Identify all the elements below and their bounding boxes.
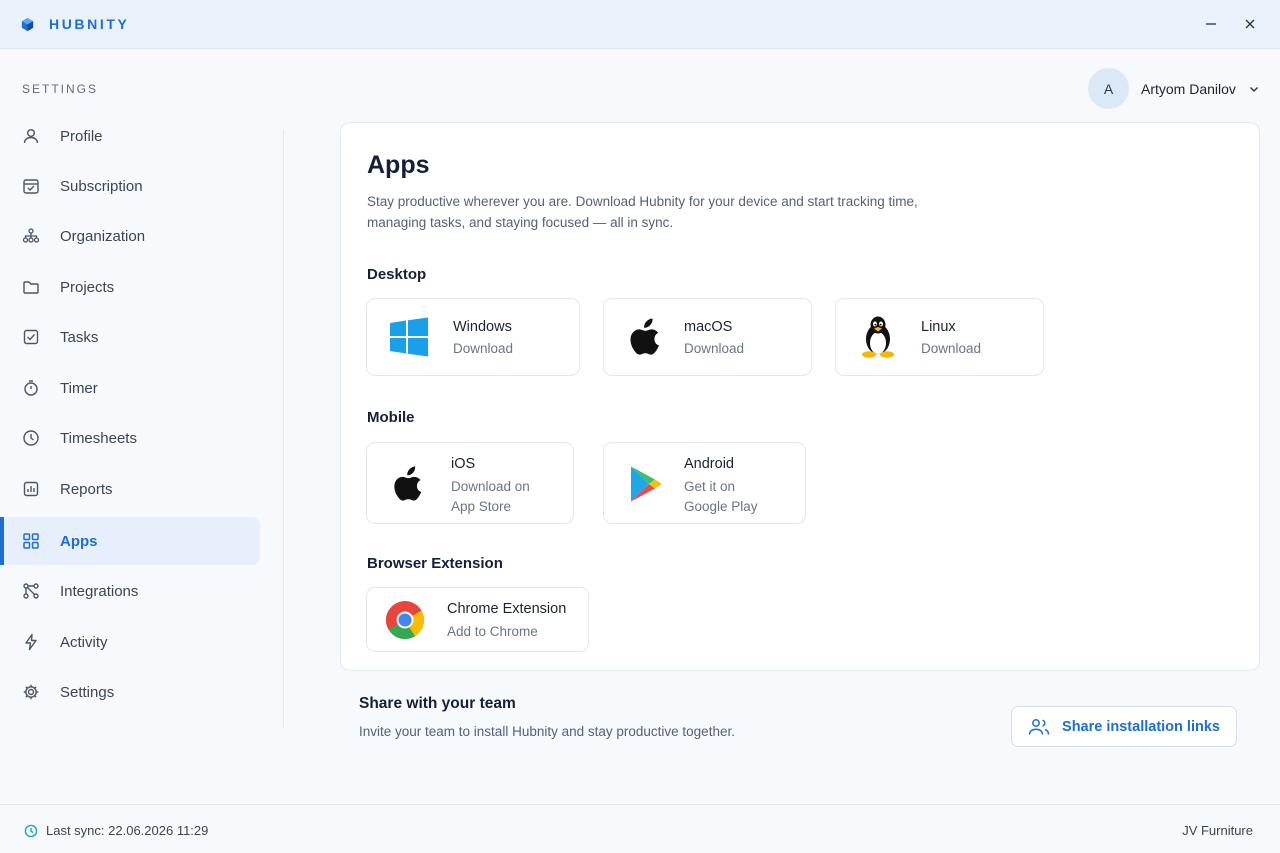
linux-tux-icon [856, 315, 900, 359]
org-chart-icon [21, 226, 41, 246]
section-label-desktop: Desktop [367, 266, 427, 283]
organization-name: JV Furniture [1182, 823, 1253, 838]
minimize-button[interactable] [1196, 10, 1226, 38]
sidebar-item-label: Reports [60, 480, 113, 498]
section-label-browser: Browser Extension [367, 555, 503, 572]
app-tile-macos[interactable]: macOS Download [603, 298, 812, 376]
folder-icon [21, 277, 41, 297]
user-icon [21, 126, 41, 146]
hubnity-logo-icon [21, 17, 34, 31]
footer: Last sync: 22.06.2026 11:29 JV Furniture [0, 804, 1280, 853]
app-name: Chrome Extension [447, 601, 567, 617]
sidebar-item-projects[interactable]: Projects [0, 263, 260, 311]
app-action-line1: Download on [451, 479, 530, 494]
app-action-line2: Google Play [684, 499, 758, 514]
app-action: Add to Chrome [447, 624, 538, 639]
calendar-check-icon [21, 176, 41, 196]
sidebar-item-apps[interactable]: Apps [0, 517, 260, 565]
apps-card: Apps Stay productive wherever you are. D… [340, 122, 1260, 671]
task-check-icon [21, 327, 41, 347]
windows-icon [387, 315, 431, 359]
avatar: A [1088, 68, 1129, 109]
sidebar-item-label: Integrations [60, 582, 139, 600]
sidebar-item-subscription[interactable]: Subscription [0, 162, 260, 210]
share-button-label: Share installation links [1062, 718, 1220, 735]
section-label-mobile: Mobile [367, 409, 415, 426]
sidebar-item-integrations[interactable]: Integrations [0, 567, 260, 615]
app-name: Windows [453, 319, 512, 335]
sidebar-item-label: Timesheets [60, 429, 137, 447]
last-sync-text: Last sync: 22.06.2026 11:29 [46, 823, 209, 838]
app-name: Android [684, 456, 734, 472]
sidebar-item-label: Organization [60, 227, 146, 245]
bolt-icon [21, 632, 41, 652]
app-name: macOS [684, 319, 733, 335]
sidebar-item-organization[interactable]: Organization [0, 212, 260, 260]
sidebar-item-label: Subscription [60, 177, 143, 195]
grid-icon [21, 531, 41, 551]
page-title: Apps [367, 151, 430, 179]
app-tile-android[interactable]: Android Get it on Google Play [603, 442, 806, 524]
sidebar-item-label: Apps [60, 532, 98, 550]
users-icon [1028, 718, 1050, 735]
brand-name: HUBNITY [49, 16, 130, 32]
close-icon [1245, 19, 1255, 29]
sidebar-item-tasks[interactable]: Tasks [0, 313, 260, 361]
share-installation-links-button[interactable]: Share installation links [1011, 706, 1237, 747]
app-action-line1: Get it on [684, 479, 736, 494]
apple-icon [624, 315, 668, 359]
clock-icon [21, 428, 41, 448]
app-name: iOS [451, 456, 476, 472]
sidebar-divider [283, 130, 284, 728]
sidebar-item-settings[interactable]: Settings [0, 668, 260, 716]
sidebar-item-label: Tasks [60, 328, 99, 346]
integrations-icon [21, 581, 41, 601]
stopwatch-icon [21, 378, 41, 398]
title-bar: HUBNITY [0, 0, 1280, 49]
sidebar-item-label: Projects [60, 278, 115, 296]
minimize-icon [1206, 23, 1216, 25]
apple-icon [387, 462, 431, 506]
google-play-icon [624, 462, 668, 506]
chrome-icon [383, 598, 427, 642]
sidebar-item-label: Timer [60, 379, 98, 397]
app-tile-linux[interactable]: Linux Download [835, 298, 1044, 376]
page-description: Stay productive wherever you are. Downlo… [367, 194, 918, 230]
app-tile-ios[interactable]: iOS Download on App Store [366, 442, 574, 524]
app-tile-windows[interactable]: Windows Download [366, 298, 580, 376]
close-button[interactable] [1235, 10, 1265, 38]
app-action: Download [921, 341, 982, 356]
sidebar-item-timesheets[interactable]: Timesheets [0, 414, 260, 462]
sidebar-item-profile[interactable]: Profile [0, 112, 260, 160]
chevron-down-icon [1249, 86, 1258, 92]
sidebar-item-activity[interactable]: Activity [0, 618, 260, 666]
sidebar-heading: SETTINGS [22, 82, 99, 96]
sidebar-item-reports[interactable]: Reports [0, 465, 260, 513]
sidebar-item-label: Settings [60, 683, 115, 701]
app-tile-chrome[interactable]: Chrome Extension Add to Chrome [366, 587, 589, 652]
app-name: Linux [921, 319, 956, 335]
chart-icon [21, 479, 41, 499]
app-action: Download [684, 341, 745, 356]
sidebar-item-label: Activity [60, 633, 108, 651]
user-menu[interactable]: A Artyom Danilov [1088, 68, 1260, 109]
user-name: Artyom Danilov [1141, 80, 1236, 97]
sidebar-item-label: Profile [60, 127, 103, 145]
share-title: Share with your team [359, 695, 516, 712]
app-action: Download [453, 341, 514, 356]
brand: HUBNITY [20, 16, 129, 32]
app-action-line2: App Store [451, 499, 512, 514]
last-sync: Last sync: 22.06.2026 11:29 [24, 823, 208, 838]
gear-icon [21, 682, 41, 702]
share-description: Invite your team to install Hubnity and … [359, 724, 735, 739]
clock-icon [24, 824, 38, 837]
sidebar-item-timer[interactable]: Timer [0, 364, 260, 412]
